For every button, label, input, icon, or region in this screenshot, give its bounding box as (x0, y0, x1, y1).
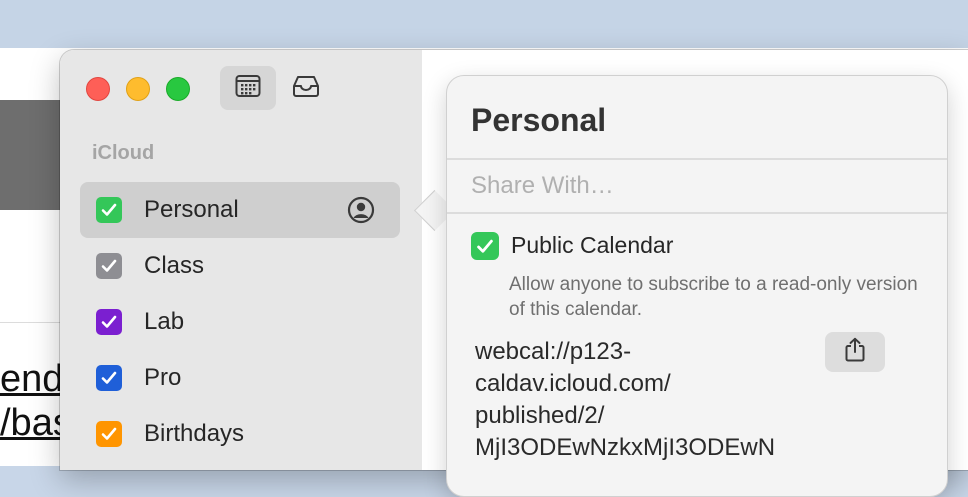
public-calendar-checkbox[interactable] (471, 232, 499, 260)
share-with-input[interactable]: Share With… (471, 172, 614, 200)
url-line: MjI3ODEwNzkxMjI3ODEwN (475, 434, 776, 461)
inbox-tray-icon (291, 74, 321, 103)
calendar-checkbox[interactable] (96, 421, 122, 447)
person-circle-icon[interactable] (346, 195, 376, 230)
share-upload-icon (844, 337, 866, 368)
share-url-button[interactable] (825, 332, 885, 372)
calendar-checkbox[interactable] (96, 197, 122, 223)
public-calendar-label[interactable]: Public Calendar (511, 232, 673, 259)
sidebar-item-label: Class (144, 252, 205, 279)
calendar-grid-icon (235, 74, 261, 103)
popover-title[interactable]: Personal (471, 102, 606, 139)
url-line: caldav.icloud.com/ (475, 370, 671, 397)
sidebar-item-label: Pro (144, 364, 182, 391)
sidebar-item-pro[interactable]: Pro (80, 350, 400, 406)
calendar-checkbox[interactable] (96, 309, 122, 335)
sidebar-item-personal[interactable]: Personal (80, 182, 400, 238)
public-calendar-description: Allow anyone to subscribe to a read-only… (509, 274, 918, 320)
close-window-button[interactable] (86, 77, 110, 101)
sidebar-item-class[interactable]: Class (80, 238, 400, 294)
sidebar-item-birthdays[interactable]: Birthdays (80, 406, 400, 462)
sidebar: iCloud Personal Class Lab Pro Birthdays (60, 50, 423, 470)
sidebar-item-label: Lab (144, 308, 185, 335)
zoom-window-button[interactable] (166, 77, 190, 101)
sidebar-item-label: Birthdays (144, 420, 245, 447)
calendar-checkbox[interactable] (96, 365, 122, 391)
calendar-info-popover: Personal Share With… Public Calendar All… (446, 75, 948, 497)
minimize-window-button[interactable] (126, 77, 150, 101)
sidebar-item-lab[interactable]: Lab (80, 294, 400, 350)
calendar-checkbox[interactable] (96, 253, 122, 279)
desktop-background (0, 0, 968, 50)
webcal-url[interactable]: webcal://p123- caldav.icloud.com/ publis… (475, 336, 815, 464)
divider (447, 212, 947, 214)
url-line: published/2/ (475, 402, 605, 429)
url-line: webcal://p123- (475, 338, 632, 365)
sidebar-item-label: Personal (144, 196, 239, 223)
divider (447, 158, 947, 160)
inbox-button[interactable] (278, 66, 334, 110)
calendar-list-toggle-button[interactable] (220, 66, 276, 110)
sidebar-section-label: iCloud (92, 142, 155, 164)
